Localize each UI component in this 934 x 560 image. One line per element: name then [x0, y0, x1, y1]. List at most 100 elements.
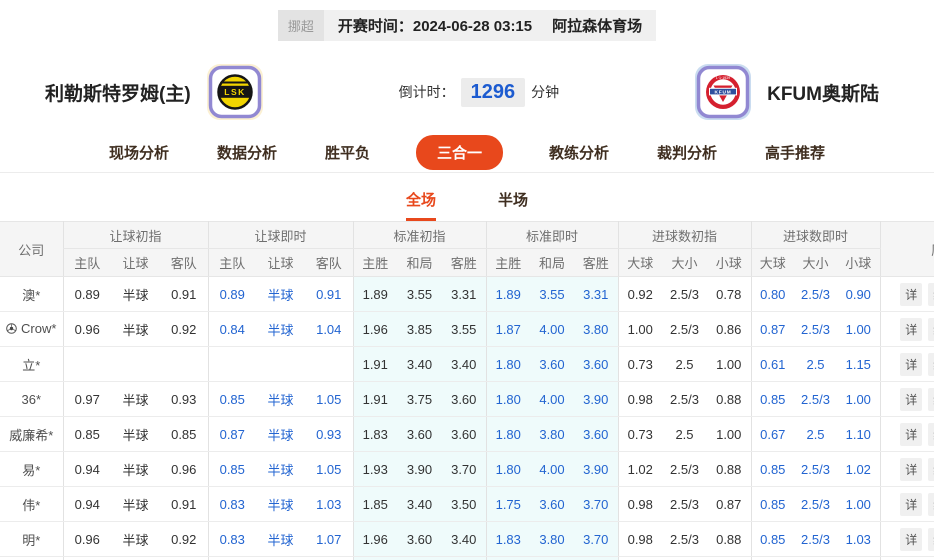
live-odds-cell[interactable]: 1.83	[485, 521, 530, 557]
live-odds-cell[interactable]: 0.85	[207, 451, 256, 487]
live-odds-cell[interactable]: 2.5	[794, 346, 838, 382]
live-odds-cell[interactable]: 0.91	[305, 276, 353, 312]
live-odds-cell[interactable]: 0.87	[207, 416, 256, 452]
live-odds-cell[interactable]: 3.60	[574, 346, 618, 382]
stats-button[interactable]: 统	[928, 492, 934, 516]
detail-button[interactable]: 详	[900, 527, 923, 551]
stats-button[interactable]: 统	[928, 387, 934, 411]
stats-button[interactable]: 统	[928, 457, 934, 481]
live-odds-cell[interactable]: 0.61	[750, 346, 795, 382]
live-odds-cell[interactable]: 3.70	[574, 486, 618, 522]
live-odds-cell[interactable]: 3.80	[574, 311, 618, 347]
live-odds-cell[interactable]: 4.00	[530, 451, 574, 487]
live-odds-cell[interactable]	[837, 557, 880, 560]
live-odds-cell[interactable]: 0.67	[750, 416, 795, 452]
live-odds-cell[interactable]: 1.05	[305, 381, 353, 417]
live-odds-cell[interactable]: 2.5/3	[794, 311, 838, 347]
detail-button[interactable]: 详	[900, 457, 923, 481]
live-odds-cell[interactable]: 1.80	[485, 416, 530, 452]
detail-button[interactable]: 详	[900, 282, 923, 306]
live-odds-cell[interactable]: 半球	[256, 381, 305, 417]
tab-three-in-one[interactable]: 三合一	[415, 135, 503, 170]
live-odds-cell[interactable]	[530, 556, 574, 560]
live-odds-cell[interactable]: 0.83	[207, 521, 256, 557]
stats-button[interactable]: 统	[928, 422, 934, 446]
live-odds-cell[interactable]: 1.02	[837, 451, 881, 487]
live-odds-cell[interactable]	[485, 556, 530, 560]
live-odds-cell[interactable]: 1.03	[837, 521, 881, 557]
live-odds-cell[interactable]	[207, 556, 256, 560]
live-odds-cell[interactable]: 3.60	[530, 486, 574, 522]
live-odds-cell[interactable]: 1.89	[485, 276, 530, 312]
live-odds-cell[interactable]: 半球	[256, 486, 305, 522]
stats-button[interactable]: 统	[928, 282, 934, 306]
live-odds-cell[interactable]: 0.85	[750, 486, 795, 522]
live-odds-cell[interactable]: 3.55	[530, 276, 574, 312]
live-odds-cell[interactable]: 4.00	[530, 311, 574, 347]
live-odds-cell[interactable]: 3.31	[574, 276, 618, 312]
tab-expert-picks[interactable]: 高手推荐	[763, 136, 827, 169]
live-odds-cell[interactable]: 1.07	[305, 521, 353, 557]
stats-button[interactable]: 统	[928, 527, 934, 551]
detail-button[interactable]: 详	[900, 387, 923, 411]
live-odds-cell[interactable]: 半球	[256, 521, 305, 557]
tab-coach-analysis[interactable]: 教练分析	[547, 136, 611, 169]
live-odds-cell[interactable]: 4.00	[530, 381, 574, 417]
live-odds-cell[interactable]: 2.5/3	[794, 276, 838, 312]
live-odds-cell[interactable]: 半球	[256, 276, 305, 312]
tab-full-time[interactable]: 全场	[405, 189, 436, 221]
live-odds-cell[interactable]: 2.5	[794, 416, 838, 452]
live-odds-cell[interactable]: 1.80	[485, 381, 530, 417]
live-odds-cell[interactable]: 1.87	[485, 311, 530, 347]
detail-button[interactable]: 详	[900, 492, 923, 516]
live-odds-cell[interactable]: 0.85	[207, 381, 256, 417]
live-odds-cell[interactable]	[207, 346, 256, 382]
live-odds-cell[interactable]: 1.75	[485, 486, 530, 522]
live-odds-cell[interactable]: 3.90	[574, 381, 618, 417]
live-odds-cell[interactable]: 0.85	[750, 521, 795, 557]
live-odds-cell[interactable]	[305, 346, 353, 382]
live-odds-cell[interactable]: 1.00	[837, 381, 881, 417]
live-odds-cell[interactable]: 0.83	[207, 486, 256, 522]
live-odds-cell[interactable]	[256, 346, 305, 382]
live-odds-cell[interactable]: 2.5/3	[794, 381, 838, 417]
live-odds-cell[interactable]: 半球	[256, 416, 305, 452]
live-odds-cell[interactable]: 1.00	[837, 311, 881, 347]
live-odds-cell[interactable]: 0.89	[207, 276, 256, 312]
live-odds-cell[interactable]: 2.5/3	[794, 486, 838, 522]
live-odds-cell[interactable]: 1.04	[305, 311, 353, 347]
live-odds-cell[interactable]: 1.10	[837, 416, 881, 452]
live-odds-cell[interactable]: 1.80	[485, 346, 530, 382]
live-odds-cell[interactable]: 1.00	[837, 486, 881, 522]
live-odds-cell[interactable]: 0.87	[750, 311, 795, 347]
tab-win-draw-lose[interactable]: 胜平负	[323, 136, 372, 169]
live-odds-cell[interactable]: 3.80	[530, 416, 574, 452]
live-odds-cell[interactable]	[794, 557, 837, 560]
detail-button[interactable]: 详	[900, 422, 923, 446]
live-odds-cell[interactable]: 0.84	[207, 311, 256, 347]
live-odds-cell[interactable]: 3.70	[574, 521, 618, 557]
detail-button[interactable]: 详	[900, 317, 923, 341]
live-odds-cell[interactable]: 3.60	[530, 346, 574, 382]
stats-button[interactable]: 统	[928, 317, 934, 341]
live-odds-cell[interactable]	[750, 556, 795, 560]
live-odds-cell[interactable]	[256, 557, 305, 560]
live-odds-cell[interactable]: 2.5/3	[794, 521, 838, 557]
live-odds-cell[interactable]: 3.90	[574, 451, 618, 487]
tab-live-analysis[interactable]: 现场分析	[107, 136, 171, 169]
stats-button[interactable]: 统	[928, 352, 934, 376]
live-odds-cell[interactable]: 1.15	[837, 346, 881, 382]
live-odds-cell[interactable]	[574, 556, 618, 560]
live-odds-cell[interactable]: 3.80	[530, 521, 574, 557]
live-odds-cell[interactable]: 0.85	[750, 451, 795, 487]
live-odds-cell[interactable]: 1.05	[305, 451, 353, 487]
live-odds-cell[interactable]: 2.5/3	[794, 451, 838, 487]
tab-half-time[interactable]: 半场	[498, 189, 528, 221]
live-odds-cell[interactable]: 1.03	[305, 486, 353, 522]
tab-referee-analysis[interactable]: 裁判分析	[655, 136, 719, 169]
tab-data-analysis[interactable]: 数据分析	[215, 136, 279, 169]
live-odds-cell[interactable]: 0.90	[837, 276, 881, 312]
live-odds-cell[interactable]: 3.60	[574, 416, 618, 452]
live-odds-cell[interactable]: 0.80	[750, 276, 795, 312]
live-odds-cell[interactable]	[305, 557, 353, 560]
